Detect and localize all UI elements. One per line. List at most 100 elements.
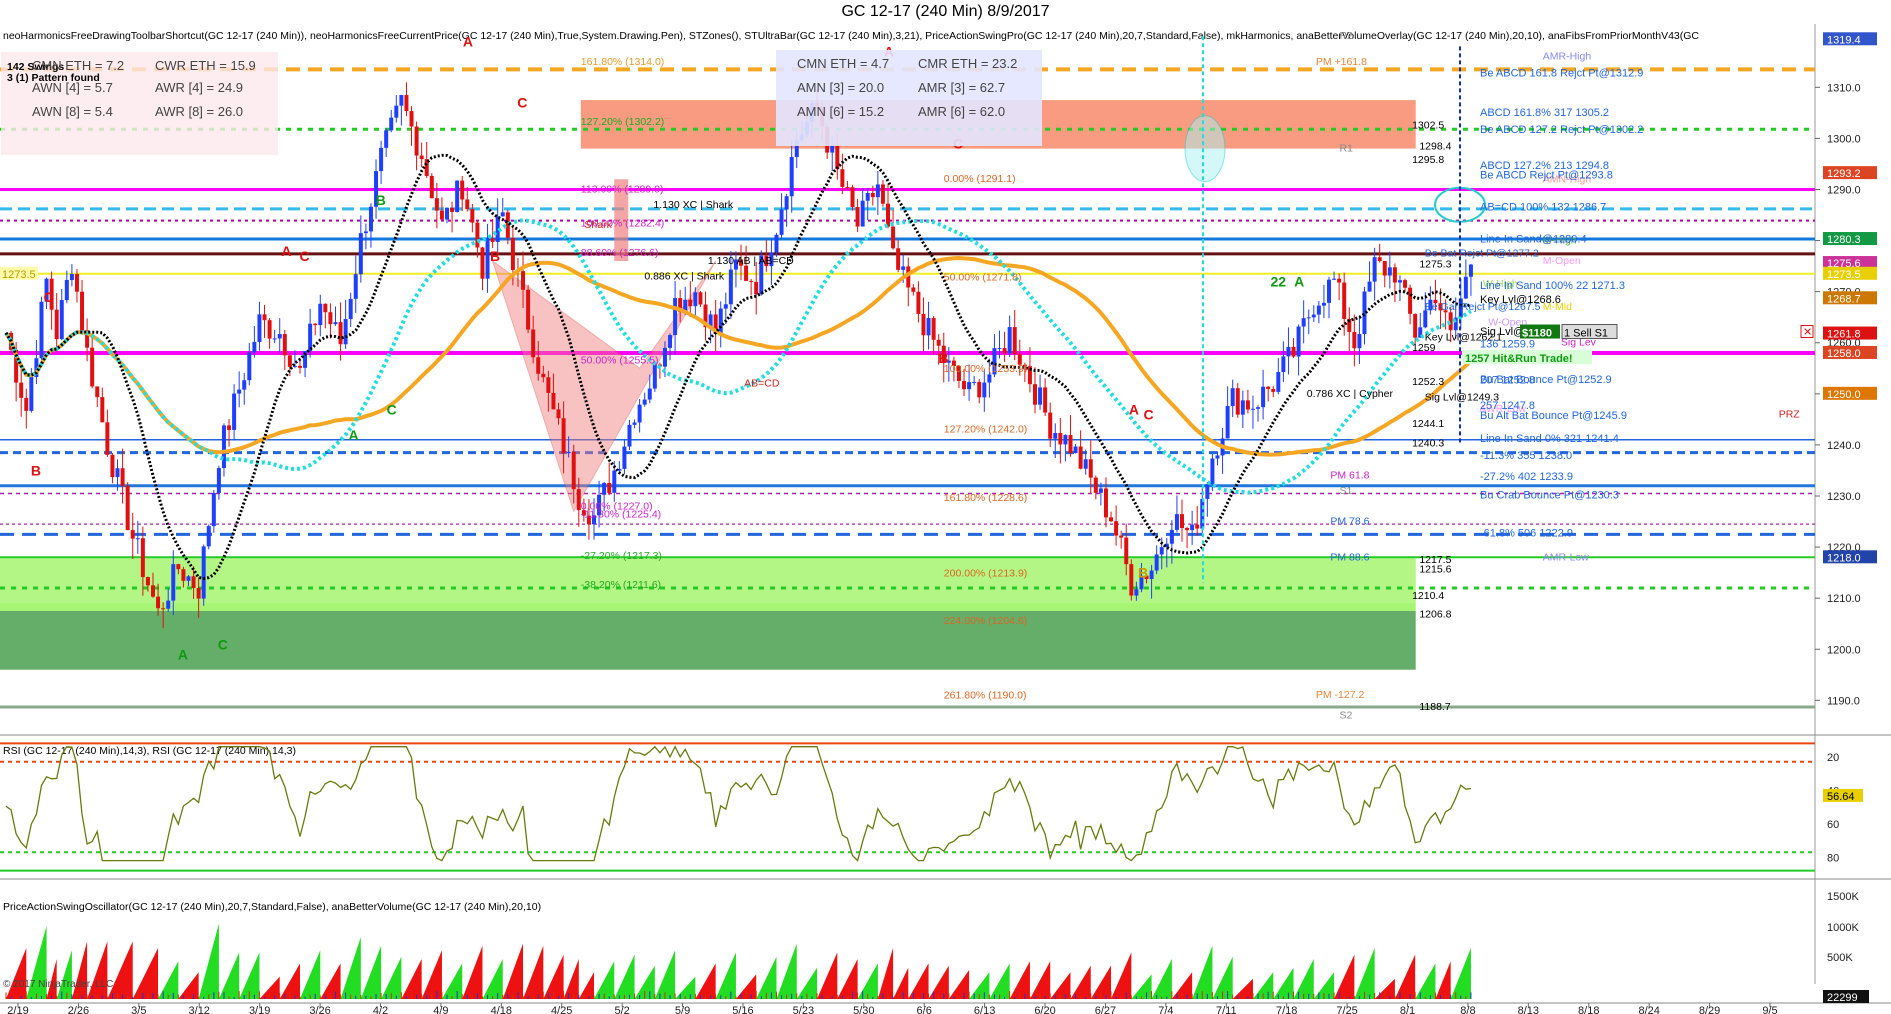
candle-body	[313, 323, 318, 326]
candle-body	[404, 95, 409, 112]
time-tick-label: 9/5	[1762, 1005, 1777, 1014]
candle-body	[298, 365, 302, 368]
candle-body	[1286, 346, 1291, 357]
candle-body	[637, 404, 642, 423]
fib-label: 50.00% (1271.8)	[944, 271, 1022, 283]
candle-body	[566, 451, 571, 454]
time-tick-label: 8/29	[1699, 1005, 1720, 1014]
price-axis-tag-label: 1273.5	[1827, 269, 1861, 281]
candle-body	[24, 397, 29, 411]
stat-center-value: CMN ETH = 4.7	[797, 56, 889, 71]
candle-body	[323, 303, 328, 313]
copyright-label: © 2017 NinjaTrader, LLC	[3, 979, 113, 990]
candle-body	[1195, 524, 1200, 529]
candle-body	[135, 538, 140, 540]
candle-body	[69, 273, 74, 281]
time-tick-label: 3/19	[249, 1005, 270, 1014]
time-tick-label: 7/25	[1336, 1005, 1357, 1014]
candle-body	[211, 492, 216, 527]
pattern-point-label: C	[1143, 406, 1153, 422]
candle-body	[247, 352, 252, 381]
candle-body	[1342, 282, 1347, 319]
candle-body	[1180, 514, 1184, 528]
price-axis-tag-label: 1293.2	[1827, 168, 1861, 180]
candle-body	[1367, 281, 1372, 292]
candle-body	[536, 357, 541, 374]
candle-body	[1306, 317, 1311, 319]
hitrun-label: 1257 Hit&Run Trade!	[1465, 353, 1573, 365]
candle-body	[161, 608, 166, 610]
candle-body	[480, 247, 485, 279]
annotation-label: 1.130 XC | Shark	[653, 199, 734, 211]
volume-tick-label: 1000K	[1827, 922, 1859, 934]
candle-body	[434, 198, 439, 211]
candle-body	[95, 386, 100, 398]
candle-body	[860, 200, 865, 227]
candle-body	[607, 482, 612, 493]
left-price-tag: 1273.5	[2, 269, 36, 281]
candle-body	[556, 409, 561, 419]
time-tick-label: 2/26	[68, 1005, 89, 1014]
price-axis-tag-label: 1261.8	[1827, 329, 1861, 341]
candle-body	[39, 301, 44, 359]
candle-body	[1048, 412, 1053, 439]
candle-body	[749, 280, 754, 282]
candle-body	[470, 209, 475, 223]
candle-body	[1098, 488, 1103, 493]
fib-label: 50.00% (1255.5)	[581, 355, 659, 367]
candle-body	[465, 199, 470, 210]
annotation-label: PM +161.8	[1316, 56, 1367, 68]
candle-body	[29, 377, 34, 411]
candle-body	[439, 210, 444, 220]
candle-body	[176, 564, 181, 570]
candle-body	[171, 564, 176, 601]
pattern-point-label: B	[31, 463, 41, 479]
price-chart[interactable]: neoHarmonicsFreeDrawingToolbarShortcut(G…	[0, 24, 1891, 1014]
stat-left-value: CMN ETH = 7.2	[32, 58, 124, 73]
candle-body	[561, 418, 566, 454]
candle-body	[779, 209, 784, 235]
annotation-label: 1252.3	[1412, 376, 1444, 388]
candle-body	[551, 392, 556, 410]
candle-body	[500, 212, 505, 217]
target-label: Bu Alt Bat Bounce Pt@1245.9	[1480, 410, 1627, 422]
candle-body	[1321, 302, 1326, 306]
candle-body	[642, 399, 647, 405]
fib-label: 261.80% (1190.0)	[944, 689, 1027, 701]
candle-body	[1012, 327, 1017, 355]
candle-body	[105, 422, 110, 455]
candle-body	[784, 196, 789, 210]
stat-left-value: AWN [8] = 5.4	[32, 104, 113, 119]
candle-body	[1083, 459, 1088, 469]
time-tick-label: 4/2	[373, 1005, 388, 1014]
time-tick-label: 8/1	[1400, 1005, 1415, 1014]
target-label: Be ABCD 161.8 Rejct Pt@1312.9	[1480, 67, 1643, 79]
target-label: Line In Sand 0% 321 1241.4	[1480, 433, 1619, 445]
candle-body	[521, 271, 526, 290]
annotation-label: Be Bat Rejct Pt@1277.2	[1425, 247, 1539, 259]
candle-body	[1053, 432, 1058, 439]
pattern-point-label: C	[299, 248, 309, 264]
pattern-point-label: B	[490, 248, 500, 264]
candle-body	[1327, 279, 1331, 303]
time-tick-label: 4/25	[551, 1005, 572, 1014]
fib-label: 113.00% (1289.0)	[581, 184, 664, 196]
time-tick-label: 6/6	[917, 1005, 932, 1014]
candle-body	[115, 468, 120, 478]
stat-center-value: AMN [6] = 15.2	[797, 104, 884, 119]
candle-body	[926, 318, 931, 336]
candle-body	[875, 184, 880, 198]
candle-body	[1413, 313, 1418, 338]
candle-body	[1073, 446, 1078, 454]
fib-label: -38.20% (1211.6)	[581, 579, 661, 591]
stat-left-value: AWR [4] = 24.9	[155, 80, 243, 95]
candle-body	[1240, 400, 1245, 415]
time-tick-label: 5/23	[793, 1005, 814, 1014]
time-tick-label: 5/16	[732, 1005, 753, 1014]
annotation-label: 1.130 AB | AB=CD	[708, 255, 794, 267]
stat-center-value: CMR ETH = 23.2	[918, 56, 1017, 71]
time-tick-label: 7/18	[1276, 1005, 1297, 1014]
candle-body	[622, 446, 627, 469]
time-tick-label: 4/18	[491, 1005, 512, 1014]
pattern-point-label: B	[938, 350, 948, 366]
